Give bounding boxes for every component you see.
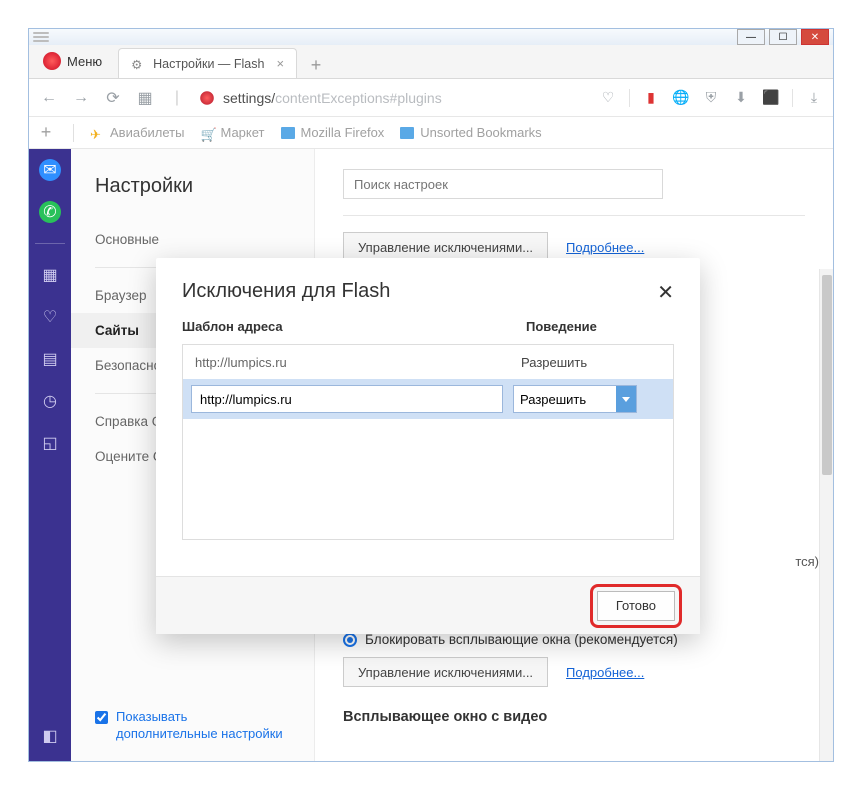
divider bbox=[343, 215, 805, 216]
block-popups-option[interactable]: Блокировать всплывающие окна (рекомендуе… bbox=[343, 632, 805, 647]
cart-icon: 🛒 bbox=[200, 127, 214, 139]
folder-icon bbox=[400, 127, 414, 139]
opera-icon bbox=[43, 52, 61, 70]
col-behavior: Поведение bbox=[526, 319, 597, 334]
history-icon[interactable]: ◷ bbox=[39, 390, 61, 412]
globe-icon[interactable]: 🌐 bbox=[672, 89, 690, 106]
dialog-title: Исключения для Flash bbox=[182, 280, 390, 303]
checkbox-input[interactable] bbox=[95, 711, 108, 724]
titlebar: — ☐ ✕ bbox=[29, 29, 833, 45]
speed-dial-icon[interactable]: ▦ bbox=[135, 88, 155, 108]
opera-menu-button[interactable]: Меню bbox=[29, 44, 116, 78]
window-close-button[interactable]: ✕ bbox=[801, 29, 829, 45]
dialog-header: Исключения для Flash ✕ bbox=[156, 258, 700, 313]
plane-icon: ✈ bbox=[90, 127, 104, 139]
bookmark-aviabilety[interactable]: ✈Авиабилеты bbox=[90, 125, 184, 140]
gear-icon: ⚙ bbox=[131, 57, 145, 71]
divider bbox=[73, 124, 74, 142]
whatsapp-icon[interactable]: ✆ bbox=[39, 201, 61, 223]
tab-title: Настройки — Flash bbox=[153, 57, 264, 71]
flash-exceptions-dialog: Исключения для Flash ✕ Шаблон адреса Пов… bbox=[156, 258, 700, 634]
behavior-cell: Разрешить bbox=[515, 355, 587, 370]
address-bar-row: ← → ⟳ ▦ | settings/contentExceptions#plu… bbox=[29, 79, 833, 117]
extensions-icon[interactable]: ◱ bbox=[39, 432, 61, 454]
url-text: settings/contentExceptions#plugins bbox=[223, 90, 442, 106]
scrollbar[interactable] bbox=[819, 269, 833, 761]
divider bbox=[629, 89, 630, 107]
extensions-icon[interactable]: ⬛ bbox=[762, 89, 780, 106]
table-row-editing: Разрешить bbox=[183, 379, 673, 419]
bookmark-market[interactable]: 🛒Маркет bbox=[200, 125, 264, 140]
pattern-cell: http://lumpics.ru bbox=[183, 355, 515, 370]
download-icon[interactable]: ⬇ bbox=[732, 89, 750, 106]
manage-exceptions-button[interactable]: Управление исключениями... bbox=[343, 657, 548, 687]
toolbar-right: ♡ ▮ 🌐 ⛨ ⬇ ⬛ ⤓ bbox=[599, 89, 823, 107]
divider: | bbox=[167, 89, 187, 107]
forward-button[interactable]: → bbox=[71, 89, 91, 107]
save-icon[interactable]: ⤓ bbox=[805, 89, 823, 106]
messenger-icon[interactable]: ✉ bbox=[39, 159, 61, 181]
dialog-close-button[interactable]: ✕ bbox=[657, 280, 674, 305]
maximize-button[interactable]: ☐ bbox=[769, 29, 797, 45]
pattern-input[interactable] bbox=[191, 385, 503, 413]
bookmark-unsorted[interactable]: Unsorted Bookmarks bbox=[400, 125, 541, 140]
reload-button[interactable]: ⟳ bbox=[103, 88, 123, 108]
table-row[interactable]: http://lumpics.ru Разрешить bbox=[183, 345, 673, 379]
bookmark-mozilla[interactable]: Mozilla Firefox bbox=[281, 125, 385, 140]
settings-search-input[interactable] bbox=[343, 169, 663, 199]
radio-selected-icon bbox=[343, 633, 357, 647]
news-icon[interactable]: ▤ bbox=[39, 348, 61, 370]
adblock-icon[interactable]: ▮ bbox=[642, 89, 660, 106]
learn-more-link[interactable]: Подробнее... bbox=[566, 240, 644, 255]
minimize-button[interactable]: — bbox=[737, 29, 765, 45]
menu-label: Меню bbox=[67, 54, 102, 69]
heart-icon[interactable]: ♡ bbox=[39, 306, 61, 328]
shield-icon[interactable]: ⛨ bbox=[702, 89, 720, 106]
scrollbar-thumb[interactable] bbox=[822, 275, 832, 475]
col-pattern: Шаблон адреса bbox=[182, 319, 526, 334]
window-grip-icon bbox=[33, 31, 49, 43]
exceptions-table: http://lumpics.ru Разрешить Разрешить bbox=[182, 344, 674, 540]
done-button[interactable]: Готово bbox=[597, 591, 675, 621]
add-bookmark-button[interactable]: + bbox=[35, 122, 57, 143]
learn-more-link[interactable]: Подробнее... bbox=[566, 665, 644, 680]
settings-title: Настройки bbox=[71, 175, 314, 222]
active-tab[interactable]: ⚙ Настройки — Flash × bbox=[118, 48, 297, 78]
back-button[interactable]: ← bbox=[39, 89, 59, 107]
truncated-text: тся) bbox=[795, 554, 819, 569]
behavior-select[interactable]: Разрешить bbox=[513, 385, 637, 413]
address-field[interactable]: settings/contentExceptions#plugins bbox=[199, 90, 442, 106]
dialog-footer: Готово bbox=[156, 576, 700, 634]
apps-icon[interactable]: ▦ bbox=[39, 264, 61, 286]
divider bbox=[35, 243, 64, 244]
bookmarks-bar: + ✈Авиабилеты 🛒Маркет Mozilla Firefox Un… bbox=[29, 117, 833, 149]
sidebar-item-basic[interactable]: Основные bbox=[71, 222, 314, 257]
tab-bar: Меню ⚙ Настройки — Flash × + bbox=[29, 45, 833, 79]
divider bbox=[792, 89, 793, 107]
new-tab-button[interactable]: + bbox=[303, 52, 329, 78]
opera-icon bbox=[200, 91, 214, 105]
folder-icon bbox=[281, 127, 295, 139]
heart-icon[interactable]: ♡ bbox=[599, 89, 617, 106]
sidebar-toggle-icon[interactable]: ◧ bbox=[39, 725, 61, 747]
manage-row: Управление исключениями... Подробнее... bbox=[343, 657, 805, 687]
show-additional-checkbox[interactable]: Показывать дополнительные настройки bbox=[71, 709, 314, 743]
table-header: Шаблон адреса Поведение bbox=[156, 313, 700, 340]
pip-heading: Всплывающее окно с видео bbox=[343, 709, 805, 725]
highlight-ring: Готово bbox=[590, 584, 682, 628]
close-tab-icon[interactable]: × bbox=[276, 56, 284, 71]
left-rail: ✉ ✆ ▦ ♡ ▤ ◷ ◱ ◧ bbox=[29, 149, 71, 761]
